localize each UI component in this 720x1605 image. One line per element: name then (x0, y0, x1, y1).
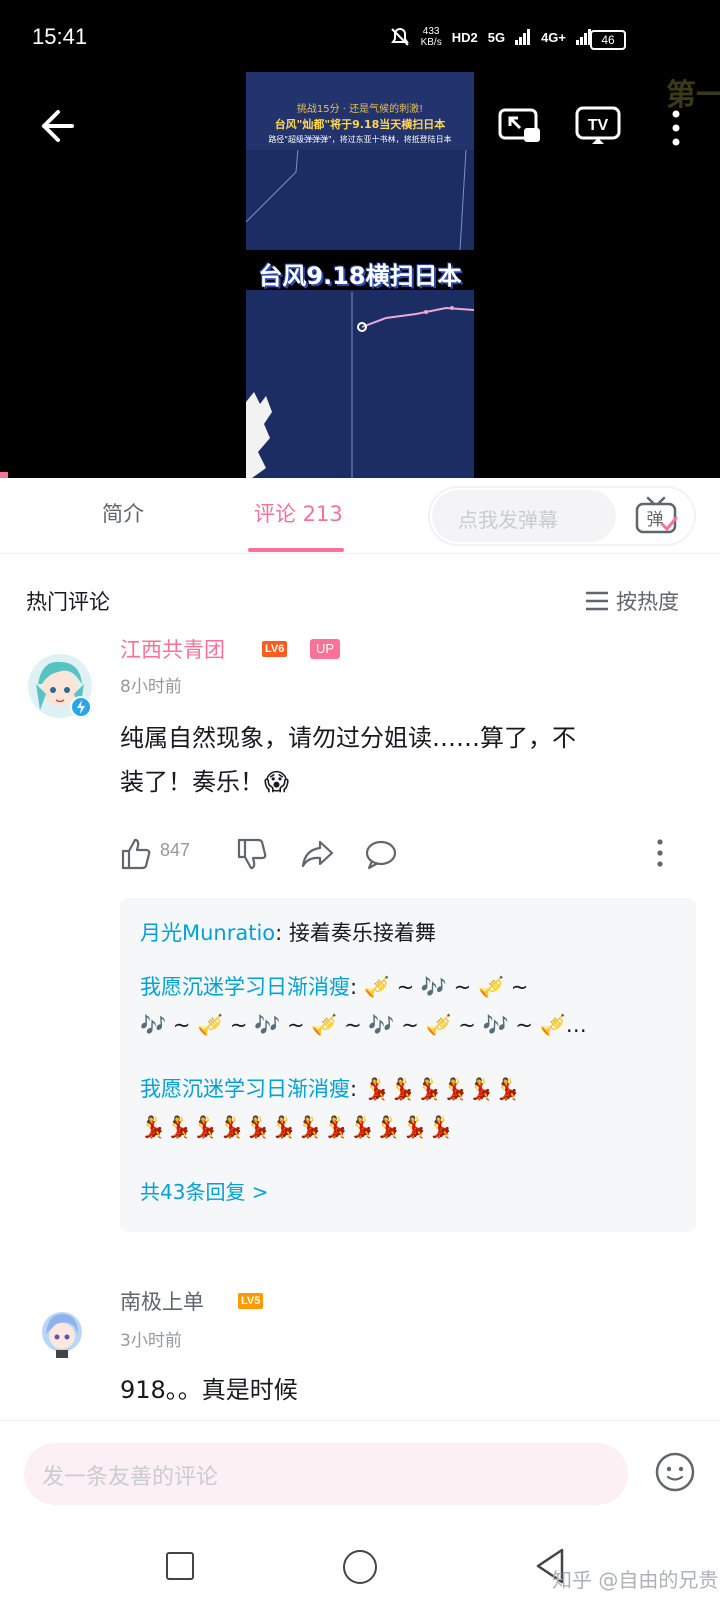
comment-time: 3小时前 (120, 1331, 182, 1351)
comment-time: 8小时前 (120, 677, 182, 697)
signal-4g: 4G+ (541, 29, 566, 45)
tab-intro[interactable]: 简介 (102, 498, 144, 528)
reply-text: : 🎺 ~ 🎶 ~ 🎺 ~ (350, 975, 529, 999)
net-speed: 433 KB/s (420, 26, 442, 48)
signal-bars-icon (515, 29, 531, 45)
up-badge: UP (310, 639, 341, 659)
reply-bubble-icon[interactable] (364, 836, 398, 872)
reply-item: 我愿沉迷学习日渐消瘦: 💃💃💃💃💃💃 💃💃💃💃💃💃💃💃💃💃💃💃 (140, 1070, 680, 1146)
more-vertical-icon[interactable] (652, 836, 668, 872)
danmaku-toggle-icon[interactable]: 弹 (634, 496, 678, 536)
view-all-replies-link[interactable]: 共43条回复 > (140, 1176, 269, 1205)
video-title-overlay: 台风9.18横扫日本 (258, 262, 462, 290)
reply-username[interactable]: 我愿沉迷学习日渐消瘦 (140, 975, 350, 999)
comment-composer: 发一条友善的评论 (0, 1420, 720, 1520)
status-time: 15:41 (32, 24, 88, 49)
level-badge: LV6 (262, 641, 288, 657)
status-bar: 15:41 第一 433 KB/s HD2 5G 4G+ 46 (0, 0, 720, 113)
video-headline: 挑战15分 · 还是气候的刺激! 台风"灿都"将于9.18当天横扫日本 路径"超… (246, 72, 474, 150)
avatar[interactable] (34, 1306, 90, 1362)
video-player[interactable]: 15:41 第一 433 KB/s HD2 5G 4G+ 46 TV 挑战15分… (0, 0, 720, 478)
recents-button[interactable] (166, 1552, 194, 1580)
active-tab-indicator (248, 548, 344, 552)
screen: 15:41 第一 433 KB/s HD2 5G 4G+ 46 TV 挑战15分… (0, 0, 720, 1605)
hd-badge: HD2 (451, 29, 478, 45)
reply-username[interactable]: 月光Munratio (140, 921, 275, 945)
home-button[interactable] (343, 1550, 377, 1584)
reply-text: : 接着奏乐接着舞 (275, 921, 436, 945)
battery-icon: 46 (590, 30, 626, 50)
reply-preview[interactable]: 月光Munratio: 接着奏乐接着舞 我愿沉迷学习日渐消瘦: 🎺 ~ 🎶 ~ … (120, 898, 696, 1232)
thumbs-down-icon[interactable] (236, 836, 268, 872)
like-count: 847 (160, 840, 191, 860)
mute-icon (390, 27, 409, 46)
danmaku-composer: 点我发弹幕 弹 (428, 486, 696, 546)
reply-username[interactable]: 我愿沉迷学习日渐消瘦 (140, 1077, 350, 1101)
tab-bar: 简介 评论 213 点我发弹幕 弹 (0, 478, 720, 554)
emoji-icon[interactable] (654, 1451, 696, 1493)
hot-comments-heading: 热门评论 (26, 590, 110, 614)
signal-5g: 5G (487, 29, 506, 45)
verified-icon (70, 696, 92, 718)
svg-text:TV: TV (588, 117, 609, 134)
reply-text-cont: 🎶 ~ 🎺 ~ 🎶 ~ 🎺 ~ 🎶 ~ 🎺 ~ 🎶 ~ 🎺… (140, 1013, 587, 1037)
sort-label: 按热度 (616, 590, 679, 614)
avatar-image (42, 1312, 82, 1358)
comment-username[interactable]: 南极上单 (120, 1286, 204, 1316)
status-icons: 433 KB/s HD2 5G 4G+ (389, 26, 592, 48)
video-frame: 挑战15分 · 还是气候的刺激! 台风"灿都"将于9.18当天横扫日本 路径"超… (246, 72, 474, 478)
tab-comments[interactable]: 评论 213 (254, 498, 343, 528)
comment-text: 纯属自然现象，请勿过分姐读……算了，不 装了！奏乐！😱 (120, 724, 576, 796)
picture-in-picture-icon[interactable] (496, 104, 544, 148)
share-icon[interactable] (300, 836, 334, 872)
comment-input[interactable]: 发一条友善的评论 (24, 1443, 628, 1505)
system-nav-bar: 知乎 @自由的兄贵 (0, 1520, 720, 1605)
comment-username[interactable]: 江西共青团 (120, 634, 225, 664)
reply-item: 我愿沉迷学习日渐消瘦: 🎺 ~ 🎶 ~ 🎺 ~ 🎶 ~ 🎺 ~ 🎶 ~ 🎺 ~ … (140, 968, 680, 1044)
reply-text-cont: 💃💃💃💃💃💃💃💃💃💃💃💃 (140, 1115, 454, 1139)
svg-text:弹: 弹 (647, 510, 664, 530)
reply-item: 月光Munratio: 接着奏乐接着舞 (140, 914, 680, 952)
back-arrow-icon[interactable] (36, 106, 76, 146)
thumbs-up-icon[interactable] (120, 836, 152, 872)
reply-text: : 💃💃💃💃💃💃 (350, 1077, 521, 1101)
comment-text: 918。。真是时候 (120, 1376, 298, 1404)
cast-tv-icon[interactable]: TV (574, 104, 622, 148)
comment-actions: 847 (120, 836, 700, 872)
watermark: 知乎 @自由的兄贵 (552, 1568, 719, 1592)
sort-lines-icon (586, 591, 608, 611)
danmaku-input[interactable]: 点我发弹幕 (432, 490, 616, 542)
more-vertical-icon[interactable] (664, 108, 688, 152)
level-badge: LV5 (238, 1293, 264, 1309)
sort-button[interactable]: 按热度 (584, 586, 679, 616)
